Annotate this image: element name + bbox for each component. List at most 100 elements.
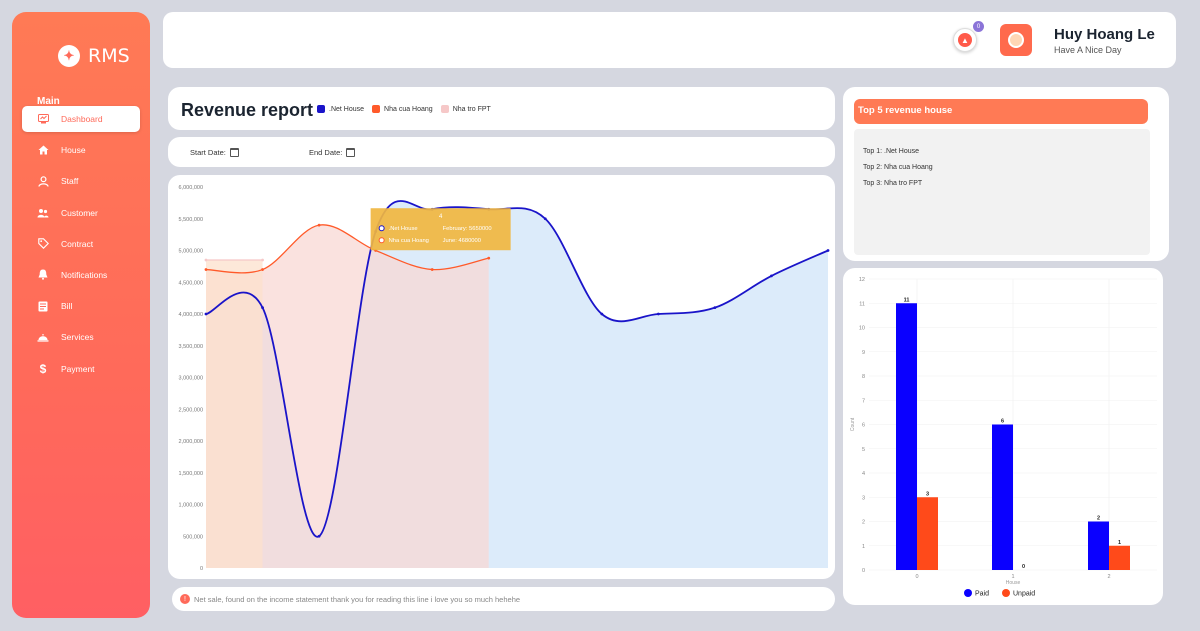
y-tick-label: 3,500,000 [179, 344, 203, 350]
bar[interactable] [1109, 545, 1130, 570]
data-label: 3 [926, 491, 929, 497]
y-tick-label: 9 [862, 350, 865, 356]
bar[interactable] [896, 303, 917, 570]
legend-swatch[interactable] [964, 589, 972, 597]
sidebar-item-label: Staff [61, 176, 79, 187]
sidebar-item-services[interactable]: Services [22, 324, 140, 350]
data-point[interactable] [656, 312, 660, 316]
sidebar-item-label: Bill [61, 301, 73, 312]
y-tick-label: 6 [862, 423, 865, 429]
legend-swatch[interactable] [1002, 589, 1010, 597]
x-tick-label: 0 [915, 574, 918, 580]
revenue-chart[interactable]: 0 500,000 1,000,000 1,500,000 2,000,000 2,500… [168, 175, 835, 579]
sidebar-item-label: Payment [61, 363, 95, 374]
footer-note: ! Net sale, found on the income statemen… [172, 587, 835, 611]
users-icon [37, 207, 49, 219]
legend-swatch [317, 105, 325, 113]
start-date-label: Start Date: [190, 148, 226, 157]
bar[interactable] [1088, 521, 1109, 571]
legend-label: Nha cua Hoang [384, 105, 433, 113]
dish-icon [37, 331, 49, 343]
calendar-icon[interactable] [229, 148, 239, 157]
y-tick-label: 1 [862, 544, 865, 550]
bill-status-chart[interactable]: 01234567891011120113160221HouseCountPaid… [843, 268, 1163, 605]
y-tick-label: 1,000,000 [179, 503, 203, 509]
avatar[interactable] [1000, 24, 1032, 56]
y-tick-label: 5 [862, 447, 865, 453]
bar[interactable] [917, 497, 938, 570]
rms-logo-icon: ✦ [58, 45, 80, 67]
y-tick-label: 2,000,000 [179, 439, 203, 445]
data-label: 11 [904, 297, 910, 303]
y-tick-label: 3,000,000 [179, 376, 203, 382]
y-tick-label: 0 [862, 568, 865, 574]
sidebar-item-notifications[interactable]: Notifications [22, 262, 140, 288]
footer-note-text: Net sale, found on the income statement … [194, 594, 521, 604]
sidebar-item-contract[interactable]: Contract [22, 231, 140, 257]
data-point[interactable] [430, 268, 434, 271]
data-point[interactable] [261, 258, 264, 262]
data-point[interactable] [204, 258, 208, 262]
sidebar-item-dashboard[interactable]: Dashboard [22, 106, 140, 132]
date-filter-bar: Start Date: End Date: [168, 137, 835, 167]
legend-label[interactable]: Unpaid [1013, 591, 1035, 598]
legend-swatch [372, 105, 381, 113]
data-point[interactable] [317, 534, 321, 538]
tooltip-marker [378, 237, 385, 244]
list-item: Top 3: Nha tro FPT [863, 180, 923, 187]
data-label: 0 [1022, 564, 1025, 570]
y-tick-label: 5,500,000 [179, 217, 203, 223]
sidebar-item-label: Customer [61, 207, 98, 218]
data-point[interactable] [826, 249, 830, 252]
sidebar-item-house[interactable]: House [22, 137, 140, 163]
y-tick-label: 12 [859, 277, 865, 283]
data-point[interactable] [317, 223, 321, 227]
y-tick-label: 8 [862, 374, 865, 380]
sidebar-item-customer[interactable]: Customer [22, 200, 140, 226]
tooltip-series: .Net House [389, 226, 418, 232]
data-point[interactable] [261, 268, 264, 271]
bill-status-chart-card: 0 1 2 3 4 5 6 7 8 9 10 11 12 0 11 3 1 6 0 2 2 1 House Count Paid… [843, 268, 1163, 605]
data-point[interactable] [543, 217, 547, 221]
tooltip-value: February: 5650000 [443, 226, 492, 232]
top5-card: Top 5 revenue house Top 1: .Net House To… [843, 87, 1169, 261]
y-tick-label: 1,500,000 [179, 471, 203, 477]
notification-badge: 0 [973, 21, 984, 32]
revenue-legend: .Net House Nha cua Hoang Nha tro FPT [317, 105, 491, 113]
start-date-field[interactable]: Start Date: [190, 148, 239, 157]
tooltip-series: Nha cua Hoang [389, 238, 429, 244]
legend-label: .Net House [329, 105, 365, 113]
list-item: Top 2: Nha cua Hoang [863, 164, 933, 171]
data-point[interactable] [713, 306, 717, 310]
user-name: Huy Hoang Le [1054, 26, 1155, 43]
bar[interactable] [992, 424, 1013, 571]
data-point[interactable] [770, 274, 773, 278]
legend-item[interactable]: Nha tro FPT [440, 105, 491, 113]
legend-label[interactable]: Paid [975, 591, 989, 598]
topbar: ▲ 0 Huy Hoang Le Have A Nice Day [163, 12, 1176, 68]
data-label: 6 [1001, 419, 1004, 425]
user-icon [37, 175, 49, 187]
sidebar-item-bill[interactable]: Bill [22, 293, 140, 319]
calendar-icon[interactable] [346, 148, 356, 157]
sidebar-item-payment[interactable]: $ Payment [22, 356, 140, 382]
data-point[interactable] [261, 306, 264, 310]
data-point[interactable] [204, 268, 208, 271]
sidebar-item-staff[interactable]: Staff [22, 168, 140, 194]
top5-title: Top 5 revenue house [854, 99, 1148, 124]
end-date-label: End Date: [309, 148, 343, 157]
end-date-field[interactable]: End Date: [309, 148, 356, 157]
dollar-icon: $ [39, 361, 47, 376]
y-tick-label: 7 [862, 398, 865, 404]
data-point[interactable] [204, 312, 208, 316]
legend-item[interactable]: .Net House [317, 105, 364, 113]
sidebar-item-label: Contract [61, 238, 94, 249]
data-point[interactable] [600, 312, 604, 316]
data-point[interactable] [487, 256, 491, 260]
sidebar-item-label: Services [61, 332, 94, 343]
y-tick-label: 500,000 [183, 534, 203, 540]
sidebar-item-label: House [61, 145, 86, 156]
legend-item[interactable]: Nha cua Hoang [372, 105, 433, 113]
notification-button[interactable]: ▲ [953, 28, 977, 52]
brand-logo[interactable]: ✦ RMS [58, 45, 130, 67]
